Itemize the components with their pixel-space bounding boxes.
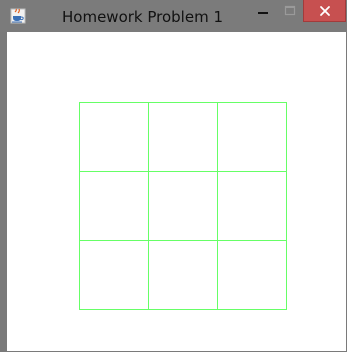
application-window: Homework Problem 1: [0, 0, 347, 352]
maximize-button[interactable]: [277, 0, 303, 22]
maximize-icon: [284, 5, 296, 16]
close-button[interactable]: [303, 0, 346, 22]
grid-border: [79, 102, 287, 310]
grid-lines: [79, 102, 287, 310]
title-bar[interactable]: Homework Problem 1: [0, 0, 347, 32]
java-cup-icon[interactable]: [10, 8, 26, 24]
minimize-button[interactable]: [249, 0, 277, 22]
tic-tac-toe-grid: [79, 102, 287, 310]
drawing-canvas: [7, 32, 346, 351]
window-title: Homework Problem 1: [62, 8, 224, 26]
minimize-icon: [258, 12, 268, 14]
close-icon: [319, 5, 330, 16]
